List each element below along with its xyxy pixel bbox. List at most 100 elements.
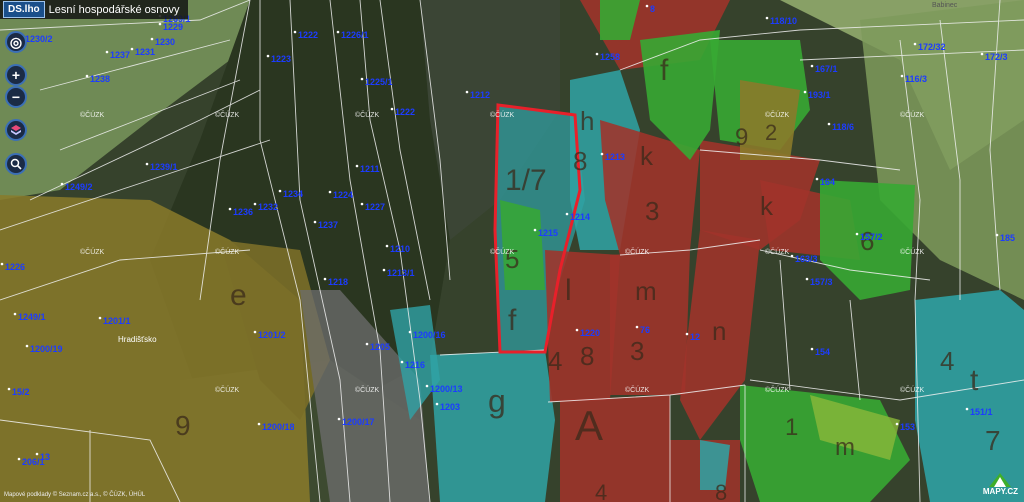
parcel-number-label[interactable]: 12 (690, 332, 700, 342)
parcel-number-label[interactable]: 1201/1 (103, 316, 131, 326)
parcel-marker (337, 417, 341, 421)
svg-text:e: e (230, 279, 247, 312)
svg-text:k: k (640, 141, 654, 171)
parcel-number-label[interactable]: 151/1 (970, 407, 993, 417)
layers-icon[interactable] (5, 119, 27, 141)
parcel-number-label[interactable]: 13 (40, 452, 50, 462)
svg-text:g: g (488, 383, 506, 419)
svg-text:h: h (580, 106, 594, 136)
parcel-marker (60, 182, 64, 186)
parcel-number-label[interactable]: 1200/19 (30, 344, 63, 354)
parcel-number-label[interactable]: 1214 (570, 212, 590, 222)
layer-tag[interactable]: DS.lho (3, 1, 45, 18)
parcel-number-label[interactable]: 154 (815, 347, 830, 357)
svg-text:©ČÚZK: ©ČÚZK (765, 247, 790, 256)
parcel-number-label[interactable]: 1211 (360, 164, 380, 174)
parcel-number-label[interactable]: 1226/1 (341, 30, 369, 40)
parcel-marker (435, 402, 439, 406)
parcel-number-label[interactable]: 1234 (283, 189, 303, 199)
parcel-number-label[interactable]: 1210 (390, 244, 410, 254)
svg-text:©ČÚZK: ©ČÚZK (490, 247, 515, 256)
svg-text:©ČÚZK: ©ČÚZK (900, 110, 925, 119)
parcel-number-label[interactable]: 1236 (233, 207, 253, 217)
parcel-number-label[interactable]: 76 (640, 325, 650, 335)
parcel-number-label[interactable]: 1218 (328, 277, 348, 287)
parcel-number-label[interactable]: 118/10 (770, 16, 797, 26)
parcel-number-label[interactable]: 1205 (370, 342, 390, 352)
parcel-marker (145, 162, 149, 166)
parcel-number-label[interactable]: 1231 (135, 47, 155, 57)
parcel-number-label[interactable]: 185 (1000, 233, 1015, 243)
parcel-number-label[interactable]: 1230/2 (25, 34, 53, 44)
parcel-number-label[interactable]: 1222 (395, 107, 415, 117)
parcel-number-label[interactable]: 1200/16 (413, 330, 446, 340)
parcel-number-label[interactable]: 1249/1 (18, 312, 46, 322)
parcel-number-label[interactable]: 1213 (605, 152, 625, 162)
mapy-logo[interactable]: MAPY.CZ (983, 473, 1018, 496)
parcel-marker (293, 30, 297, 34)
zoom-out-button[interactable]: − (5, 86, 27, 108)
parcel-marker (228, 207, 232, 211)
parcel-marker (25, 344, 29, 348)
parcel-marker (253, 202, 257, 206)
parcel-marker (765, 16, 769, 20)
parcel-number-label[interactable]: 1201/2 (258, 330, 286, 340)
parcel-number-label[interactable]: 1230 (155, 37, 175, 47)
parcel-number-label[interactable]: 1232 (258, 202, 278, 212)
svg-text:A: A (575, 402, 603, 449)
parcel-number-label[interactable]: 1216 (405, 360, 425, 370)
parcel-number-label[interactable]: 1238 (90, 74, 110, 84)
parcel-marker (575, 328, 579, 332)
parcel-number-label[interactable]: 157/3 (810, 277, 833, 287)
svg-text:t: t (970, 364, 979, 397)
parcel-number-label[interactable]: 1239/1 (150, 162, 178, 172)
parcel-number-label[interactable]: 1258 (600, 52, 620, 62)
parcel-number-label[interactable]: 1237 (318, 220, 338, 230)
parcel-number-label[interactable]: 172/32 (918, 42, 946, 52)
place-name-label: Hradišťsko (118, 335, 157, 344)
parcel-number-label[interactable]: 8 (650, 4, 655, 14)
target-icon[interactable]: ◎ (5, 31, 27, 53)
parcel-number-label[interactable]: 1222 (298, 30, 318, 40)
parcel-number-label[interactable]: 116/3 (905, 74, 927, 84)
parcel-number-label[interactable]: 15/2 (12, 387, 30, 397)
parcel-number-label[interactable]: 1200/13 (430, 384, 463, 394)
parcel-marker (85, 74, 89, 78)
parcel-marker (815, 177, 819, 181)
parcel-number-label[interactable]: 163/3 (795, 254, 818, 264)
parcel-number-label[interactable]: 167/1 (815, 64, 838, 74)
parcel-number-label[interactable]: 193/1 (808, 90, 831, 100)
parcel-number-label[interactable]: 1213/1 (387, 268, 415, 278)
parcel-number-label[interactable]: 1237 (110, 50, 130, 60)
search-icon[interactable] (5, 153, 27, 175)
parcel-number-label[interactable]: 1203 (440, 402, 460, 412)
parcel-number-label[interactable]: 1220 (580, 328, 600, 338)
parcel-number-label[interactable]: 157/2 (860, 232, 883, 242)
svg-text:©ČÚZK: ©ČÚZK (215, 110, 240, 119)
parcel-number-label[interactable]: 1200/18 (262, 422, 295, 432)
parcel-marker (805, 277, 809, 281)
parcel-marker (400, 360, 404, 364)
app-header: DS.lho Lesní hospodářské osnovy (0, 0, 188, 19)
parcel-number-label[interactable]: 1224 (333, 190, 353, 200)
parcel-number-label[interactable]: 1223 (271, 54, 291, 64)
parcel-number-label[interactable]: 1227 (365, 202, 385, 212)
parcel-number-label[interactable]: 1225/1 (365, 77, 393, 87)
parcel-number-label[interactable]: 172/3 (985, 52, 1008, 62)
parcel-marker (360, 202, 364, 206)
parcel-marker (158, 22, 162, 26)
parcel-number-label[interactable]: 1249/2 (65, 182, 93, 192)
zoom-in-button[interactable]: + (5, 64, 27, 86)
svg-text:2: 2 (765, 120, 777, 145)
parcel-number-label[interactable]: 1212 (470, 90, 490, 100)
parcel-number-label[interactable]: 164 (820, 177, 835, 187)
forest-map[interactable]: 1/7 5 f 4 8 3 k h 8 3 g A l m n t 4 7 6 … (0, 0, 1024, 502)
parcel-number-label[interactable]: 153 (900, 422, 915, 432)
parcel-number-label[interactable]: 118/6 (832, 122, 854, 132)
parcel-number-label[interactable]: 1226 (5, 262, 25, 272)
parcel-number-label[interactable]: 1215 (538, 228, 558, 238)
svg-text:©ČÚZK: ©ČÚZK (490, 110, 515, 119)
parcel-marker (0, 262, 4, 266)
parcel-number-label[interactable]: 1200/17 (342, 417, 375, 427)
parcel-number-label[interactable]: 1229 (163, 22, 183, 32)
